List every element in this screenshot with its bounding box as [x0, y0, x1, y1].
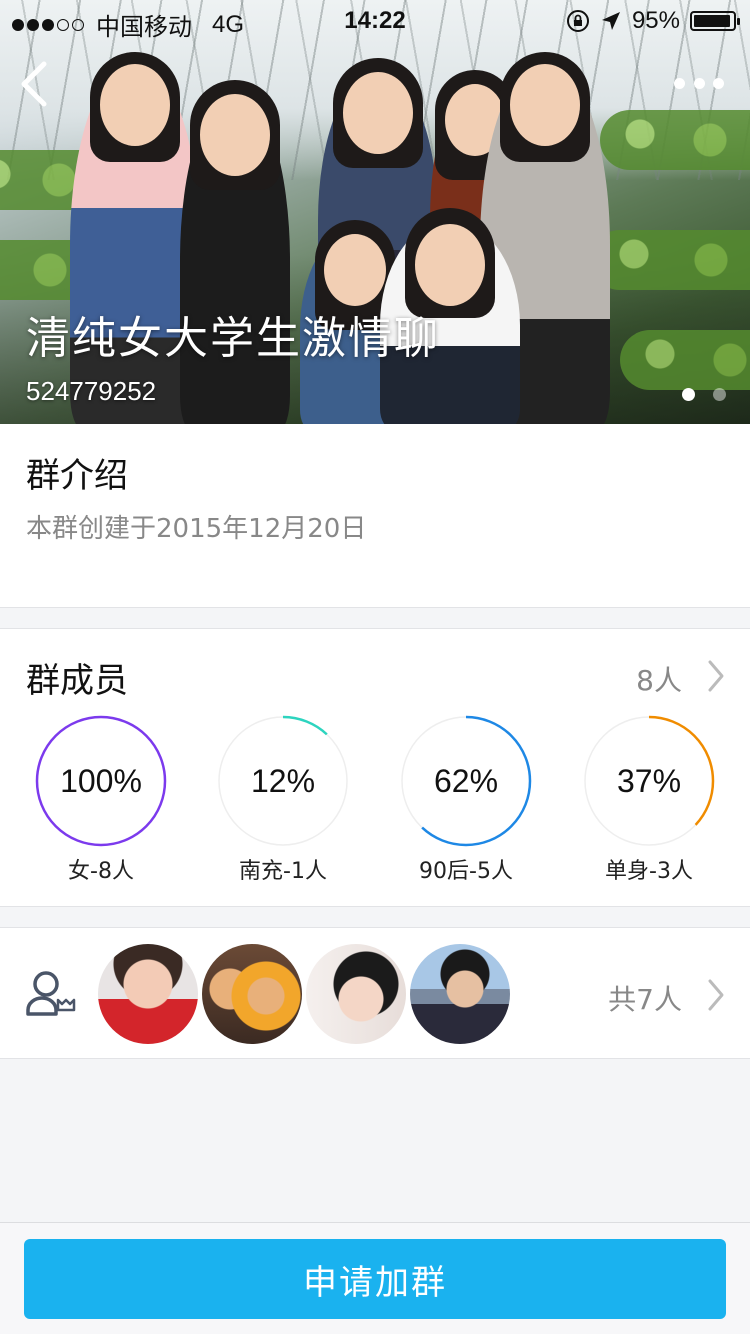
chevron-right-icon	[708, 660, 724, 692]
stat-label: 女-8人	[68, 859, 134, 884]
group-id: 524779252	[26, 376, 157, 406]
plant-decoration	[590, 230, 750, 290]
join-group-button[interactable]: 申请加群	[24, 1239, 726, 1319]
members-title: 群成员	[26, 661, 128, 701]
photo-pager[interactable]	[682, 388, 726, 401]
more-dot-icon	[674, 77, 685, 89]
stat-percent: 37%	[616, 762, 682, 799]
stat-label: 南充-1人	[239, 859, 327, 884]
plant-decoration	[620, 330, 750, 390]
group-cover-photo: 中国移动 4G 14:22 95% 清纯女大学生激情聊 524779252	[0, 0, 750, 424]
total-members-count: 共7人	[608, 983, 682, 1016]
person-figure	[180, 80, 290, 424]
member-avatar[interactable]	[306, 944, 406, 1044]
stat-percent: 100%	[60, 762, 142, 799]
more-options-button[interactable]	[674, 68, 724, 98]
pager-dot[interactable]	[713, 388, 726, 401]
more-dot-icon	[693, 77, 705, 89]
stat-percent: 12%	[250, 762, 316, 799]
stat-percent: 62%	[433, 762, 499, 799]
member-avatar[interactable]	[410, 944, 510, 1044]
chevron-left-icon	[21, 61, 47, 107]
battery-percent: 95%	[631, 7, 680, 34]
intro-title: 群介绍	[26, 456, 128, 496]
pager-dot-active[interactable]	[682, 388, 695, 401]
chevron-right-icon	[708, 979, 724, 1011]
group-intro-section: 群介绍 本群创建于2015年12月20日	[0, 424, 750, 608]
stat-ring: 62%	[399, 714, 533, 848]
plant-decoration	[600, 110, 750, 170]
stat-ring: 100%	[34, 714, 168, 848]
stat-label: 90后-5人	[419, 859, 513, 884]
battery-icon	[690, 11, 740, 31]
member-avatar[interactable]	[202, 944, 302, 1044]
location-arrow-icon	[601, 12, 620, 30]
intro-text: 本群创建于2015年12月20日	[26, 514, 367, 544]
more-dot-icon	[713, 77, 724, 89]
stat-ring: 12%	[216, 714, 350, 848]
stat-label: 单身-3人	[605, 859, 693, 884]
group-members-section[interactable]: 群成员 8人 100% 女-8人 12% 南充-1人 62% 90后-5人 37% 单身-3人	[0, 628, 750, 907]
stat-ring: 37%	[582, 714, 716, 848]
bottom-action-bar: 申请加群	[0, 1222, 750, 1334]
group-name: 清纯女大学生激情聊	[26, 313, 440, 364]
member-avatars-section[interactable]: 共7人	[0, 927, 750, 1059]
member-admin-icon	[26, 971, 76, 1016]
back-button[interactable]	[14, 58, 58, 110]
status-bar: 中国移动 4G 14:22 95%	[0, 0, 750, 41]
member-avatar[interactable]	[98, 944, 198, 1044]
members-count: 8人	[636, 664, 682, 697]
rotation-lock-icon	[566, 10, 589, 32]
